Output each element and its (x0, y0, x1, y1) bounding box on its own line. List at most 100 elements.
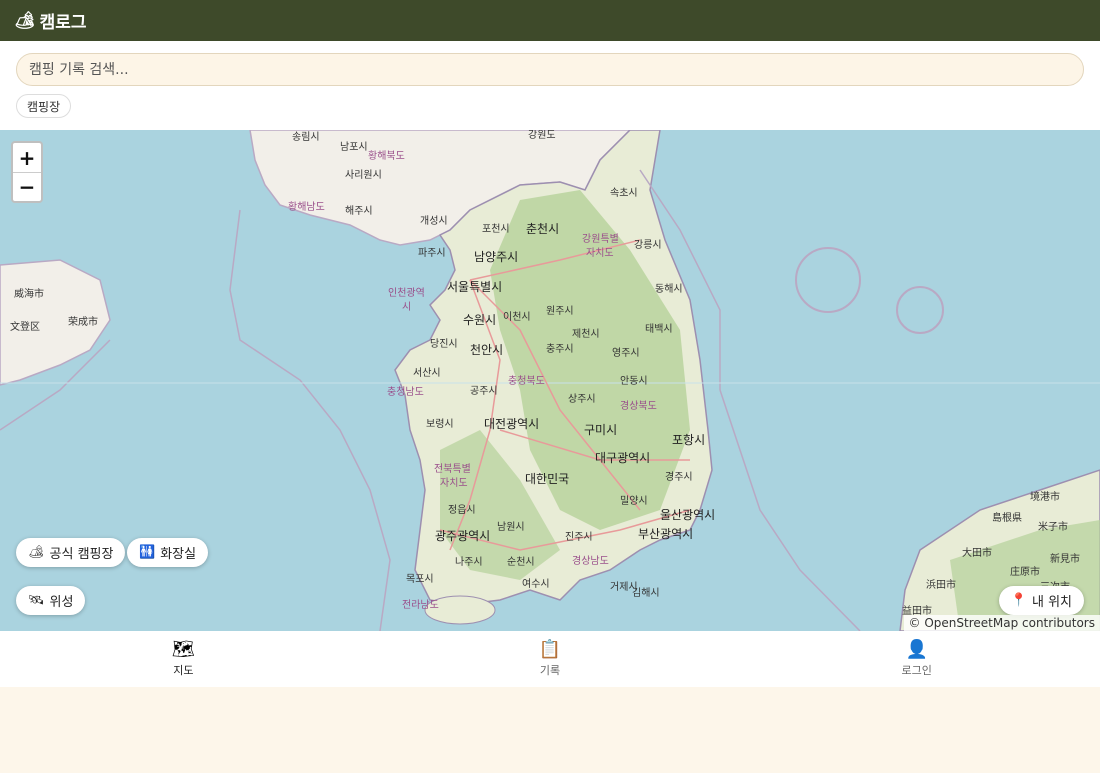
label-icheon: 이천시 (503, 311, 531, 323)
label-seoul: 서울특별시 (447, 280, 502, 294)
filter-chips: 캠핑장 (16, 94, 1084, 118)
user-icon: 👤 (905, 639, 928, 660)
clipboard-icon: 📋 (538, 639, 562, 660)
label-yeosu: 여수시 (522, 578, 550, 590)
label-boryeong: 보령시 (426, 418, 454, 430)
label-dangjin: 당진시 (430, 338, 458, 350)
label-jeonbuk-1: 전북특별 (434, 463, 471, 475)
label-incheon-2: 시 (402, 301, 411, 313)
label-shinmi: 新見市 (1050, 552, 1080, 565)
label-sariwon: 사리원시 (345, 169, 382, 181)
chip-campsite[interactable]: 캠핑장 (16, 94, 72, 118)
label-sangju: 상주시 (568, 393, 596, 405)
label-haeju: 해주시 (345, 204, 373, 217)
label-gongju: 공주시 (470, 385, 498, 397)
pin-icon: 📍 (1010, 593, 1027, 608)
label-gangneung: 강릉시 (634, 239, 662, 251)
label-jeonnam: 전라남도 (402, 599, 439, 611)
label-donghae: 동해시 (655, 282, 683, 295)
map-attribution[interactable]: © OpenStreetMap contributors (903, 615, 1100, 631)
label-gyeongnam: 경상남도 (572, 554, 609, 567)
nav-label: 로그인 (901, 664, 932, 677)
label-namwon: 남원시 (497, 521, 525, 533)
label-miryang: 밀양시 (620, 495, 648, 507)
label-daejeon: 대전광역시 (484, 417, 539, 431)
label-naju: 나주시 (455, 556, 483, 568)
layer-button-restroom[interactable]: 🚻 화장실 (127, 538, 209, 567)
label-sakaiminato: 境港市 (1030, 490, 1060, 503)
nav-label: 지도 (173, 664, 194, 677)
label-andong: 안동시 (620, 375, 648, 387)
zoom-control: + − (11, 141, 43, 203)
label-gangwon-1: 강원특별 (582, 233, 619, 245)
search-area: 캠핑장 (0, 41, 1100, 130)
label-kaesong: 개성시 (420, 215, 448, 227)
app-title: 캠로그 (39, 13, 87, 33)
nav-map[interactable]: 🗺 지도 (0, 631, 367, 687)
label-gimhae: 김해시 (632, 586, 660, 599)
zoom-in-button[interactable]: + (13, 143, 41, 172)
app-header: 🏕 캠로그 (0, 0, 1100, 41)
label-taebaek: 태백시 (645, 323, 673, 335)
layer-button-label: 위성 (49, 595, 74, 610)
label-shobara: 庄原市 (1010, 565, 1040, 578)
label-pohang: 포항시 (672, 433, 705, 447)
layer-button-label: 공식 캠핑장 (49, 547, 114, 562)
label-pocheon: 포천시 (482, 223, 510, 235)
label-suwon: 수원시 (463, 313, 496, 327)
label-hwanghae-s: 황해남도 (288, 200, 325, 213)
brand[interactable]: 🏕 캠로그 (14, 8, 87, 34)
layer-button-satellite[interactable]: 🛰 위성 (16, 586, 86, 615)
my-location-button[interactable]: 📍 내 위치 (998, 586, 1084, 615)
label-gumi: 구미시 (584, 423, 617, 437)
label-yonago: 米子市 (1038, 520, 1068, 533)
label-incheon-1: 인천광역 (388, 287, 425, 299)
label-shimane: 島根県 (992, 511, 1022, 524)
map-icon: 🗺 (171, 639, 195, 660)
label-namyangju: 남양주시 (474, 250, 518, 264)
layer-button-label: 화장실 (160, 547, 197, 562)
map[interactable]: 송림시 남포시 황해북도 사리원시 황해남도 해주시 개성시 강원도 파주시 포… (0, 130, 1100, 631)
label-gyeongju: 경주시 (665, 470, 693, 483)
restroom-icon: 🚻 (139, 545, 156, 560)
nav-login[interactable]: 👤 로그인 (733, 631, 1100, 687)
label-chungnam: 충청남도 (387, 386, 424, 398)
label-korea: 대한민국 (525, 472, 569, 486)
label-seosan: 서산시 (413, 367, 441, 379)
label-jecheon: 제천시 (572, 328, 600, 340)
label-jinju: 진주시 (565, 531, 593, 543)
label-daegu: 대구광역시 (595, 451, 650, 465)
zoom-out-button[interactable]: − (13, 172, 41, 201)
label-mokpo: 목포시 (406, 573, 434, 585)
label-suncheon: 순천시 (507, 556, 535, 568)
label-chungbuk: 충청북도 (508, 375, 545, 387)
label-rongcheng: 荣成市 (68, 315, 98, 328)
bottom-nav: 🗺 지도 📋 기록 👤 로그인 (0, 631, 1100, 687)
label-ulsan: 울산광역시 (660, 508, 715, 522)
label-wendeng: 文登区 (10, 320, 40, 333)
label-jeonbuk-2: 자치도 (440, 477, 468, 489)
label-hamada: 浜田市 (926, 578, 956, 591)
label-chuncheon: 춘천시 (526, 221, 559, 236)
layer-button-campsite[interactable]: 🏕 공식 캠핑장 (16, 538, 126, 567)
label-gangwon-2: 자치도 (586, 247, 614, 259)
label-jeongeup: 정읍시 (448, 504, 476, 516)
satellite-icon: 🛰 (28, 593, 45, 608)
my-location-label: 내 위치 (1031, 595, 1072, 610)
label-songnim: 송림시 (292, 131, 320, 143)
label-gwangju: 광주광역시 (435, 529, 490, 543)
nav-label: 기록 (539, 664, 561, 677)
label-gyeongbuk: 경상북도 (620, 399, 657, 412)
label-yeongju: 영주시 (612, 347, 640, 359)
label-gangwon-n: 강원도 (528, 130, 556, 141)
label-paju: 파주시 (418, 247, 446, 259)
nav-records[interactable]: 📋 기록 (367, 631, 734, 687)
label-nampo: 남포시 (340, 141, 368, 153)
label-cheonan: 천안시 (470, 342, 503, 357)
label-daisen: 大田市 (962, 546, 992, 559)
label-hwanghae-n: 황해북도 (368, 149, 405, 162)
label-chungju: 충주시 (546, 343, 574, 355)
camping-tent-icon: 🏕 (28, 545, 45, 560)
label-weihai: 威海市 (14, 287, 44, 300)
search-input[interactable] (16, 53, 1084, 86)
